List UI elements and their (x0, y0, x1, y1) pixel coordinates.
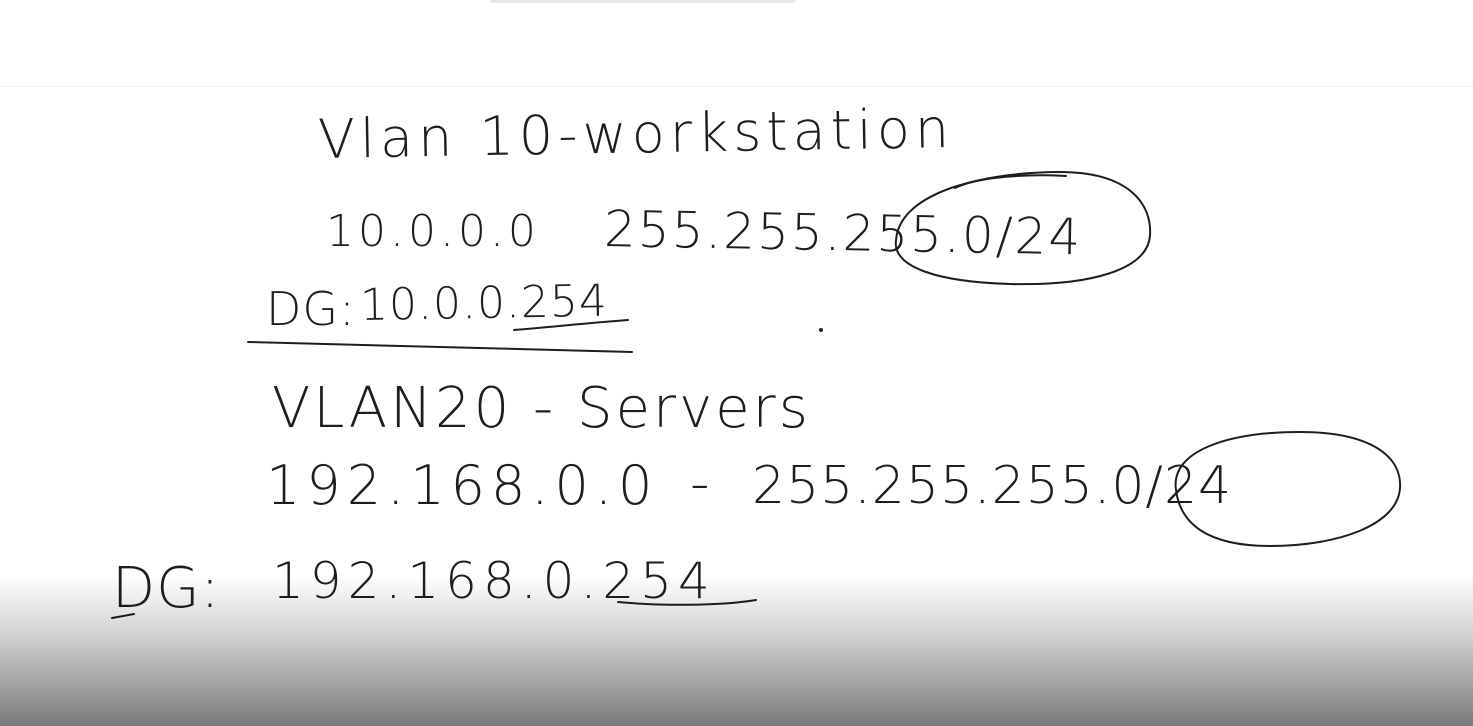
vlan10-section-divider (247, 341, 633, 353)
whiteboard-canvas[interactable]: Vlan 10-workstation 10.0.0.0 255.255.255… (0, 0, 1473, 726)
vlan10-overstroke (954, 174, 1067, 189)
vlan20-prefix-circle (1174, 430, 1402, 548)
pen-strokes-layer (111, 170, 1402, 619)
vlan20-gateway-host-underline (617, 599, 757, 606)
ink-dot (819, 328, 823, 332)
vlan10-gateway-host-underline (513, 319, 629, 331)
vlan10-prefix-circle (894, 170, 1152, 286)
vlan20-gateway-label-stroke (111, 613, 135, 619)
